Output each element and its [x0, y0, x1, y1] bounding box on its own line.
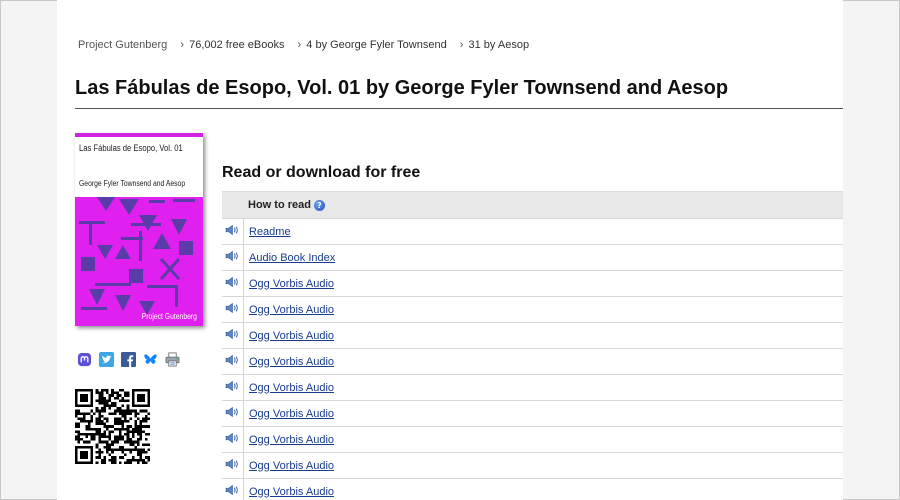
row-link-cell: Ogg Vorbis Audio	[244, 382, 334, 394]
cover-top-bar	[75, 133, 203, 137]
cover-title: Las Fábulas de Esopo, Vol. 01	[79, 143, 183, 153]
table-row: Ogg Vorbis Audio	[222, 375, 843, 401]
breadcrumb-separator: ›	[459, 39, 464, 51]
download-table: How to read ? Readme Audio Book Index Ogg …	[222, 191, 843, 500]
speaker-icon	[225, 405, 240, 423]
table-row: Readme	[222, 219, 843, 245]
row-link-cell: Ogg Vorbis Audio	[244, 330, 334, 342]
speaker-icon	[225, 327, 240, 345]
speaker-icon	[225, 301, 240, 319]
cover-pattern-art	[75, 197, 203, 326]
row-icon-cell	[222, 245, 244, 270]
row-link-cell: Ogg Vorbis Audio	[244, 486, 334, 498]
speaker-icon	[225, 483, 240, 500]
speaker-icon	[225, 379, 240, 397]
title-divider	[75, 108, 843, 109]
row-link-cell: Ogg Vorbis Audio	[244, 434, 334, 446]
header-icon-cell	[222, 192, 244, 218]
row-link-cell: Ogg Vorbis Audio	[244, 304, 334, 316]
header-label-cell: How to read ?	[244, 199, 325, 211]
table-row: Ogg Vorbis Audio	[222, 297, 843, 323]
table-row: Ogg Vorbis Audio	[222, 453, 843, 479]
row-icon-cell	[222, 271, 244, 296]
read-download-heading: Read or download for free	[222, 164, 421, 181]
twitter-icon[interactable]	[99, 352, 114, 367]
page-content: Project Gutenberg › 76,002 free eBooks ›…	[57, 0, 843, 500]
table-row: Ogg Vorbis Audio	[222, 349, 843, 375]
row-link-cell: Readme	[244, 226, 291, 238]
speaker-icon	[225, 275, 240, 293]
table-row: Ogg Vorbis Audio	[222, 479, 843, 500]
breadcrumb-separator: ›	[180, 39, 185, 51]
download-link[interactable]: Ogg Vorbis Audio	[249, 330, 334, 342]
download-link[interactable]: Ogg Vorbis Audio	[249, 486, 334, 498]
download-link[interactable]: Ogg Vorbis Audio	[249, 460, 334, 472]
table-row: Ogg Vorbis Audio	[222, 401, 843, 427]
bluesky-icon[interactable]	[143, 352, 158, 367]
row-icon-cell	[222, 219, 244, 244]
speaker-icon	[225, 249, 240, 267]
cover-author: George Fyler Townsend and Aesop	[79, 179, 186, 188]
row-link-cell: Ogg Vorbis Audio	[244, 356, 334, 368]
row-icon-cell	[222, 323, 244, 348]
how-to-read-label: How to read	[248, 199, 311, 211]
help-icon[interactable]: ?	[313, 199, 325, 211]
cover-publisher-label: Project Gutenberg	[141, 312, 197, 321]
row-link-cell: Ogg Vorbis Audio	[244, 408, 334, 420]
table-row: Ogg Vorbis Audio	[222, 271, 843, 297]
page-title: Las Fábulas de Esopo, Vol. 01 by George …	[75, 77, 729, 99]
table-row: Ogg Vorbis Audio	[222, 427, 843, 453]
row-link-cell: Audio Book Index	[244, 252, 335, 264]
share-icons	[77, 352, 180, 367]
book-cover: Las Fábulas de Esopo, Vol. 01 George Fyl…	[75, 133, 203, 326]
row-icon-cell	[222, 349, 244, 374]
download-link[interactable]: Audio Book Index	[249, 252, 335, 264]
speaker-icon	[225, 223, 240, 241]
table-row: Audio Book Index	[222, 245, 843, 271]
download-link[interactable]: Ogg Vorbis Audio	[249, 356, 334, 368]
download-link[interactable]: Ogg Vorbis Audio	[249, 278, 334, 290]
download-rows: Readme Audio Book Index Ogg Vorbis Audio Og…	[222, 219, 843, 500]
row-link-cell: Ogg Vorbis Audio	[244, 460, 334, 472]
table-row: Ogg Vorbis Audio	[222, 323, 843, 349]
row-icon-cell	[222, 427, 244, 452]
row-icon-cell	[222, 375, 244, 400]
breadcrumb: Project Gutenberg › 76,002 free eBooks ›…	[78, 39, 529, 51]
download-link[interactable]: Ogg Vorbis Audio	[249, 434, 334, 446]
breadcrumb-free-ebooks-link[interactable]: 76,002 free eBooks	[189, 39, 284, 51]
breadcrumb-home-link[interactable]: Project Gutenberg	[78, 39, 167, 51]
download-link[interactable]: Readme	[249, 226, 291, 238]
breadcrumb-separator: ›	[297, 39, 302, 51]
breadcrumb-author-townsend-link[interactable]: 4 by George Fyler Townsend	[306, 39, 446, 51]
qr-code	[75, 389, 150, 464]
row-icon-cell	[222, 479, 244, 500]
speaker-icon	[225, 353, 240, 371]
row-link-cell: Ogg Vorbis Audio	[244, 278, 334, 290]
download-link[interactable]: Ogg Vorbis Audio	[249, 408, 334, 420]
download-link[interactable]: Ogg Vorbis Audio	[249, 382, 334, 394]
print-icon[interactable]	[165, 352, 180, 367]
row-icon-cell	[222, 297, 244, 322]
mastodon-icon[interactable]	[77, 352, 92, 367]
row-icon-cell	[222, 401, 244, 426]
speaker-icon	[225, 431, 240, 449]
breadcrumb-author-aesop-link[interactable]: 31 by Aesop	[469, 39, 530, 51]
row-icon-cell	[222, 453, 244, 478]
table-header-row: How to read ?	[222, 192, 843, 219]
facebook-icon[interactable]	[121, 352, 136, 367]
download-link[interactable]: Ogg Vorbis Audio	[249, 304, 334, 316]
speaker-icon	[225, 457, 240, 475]
